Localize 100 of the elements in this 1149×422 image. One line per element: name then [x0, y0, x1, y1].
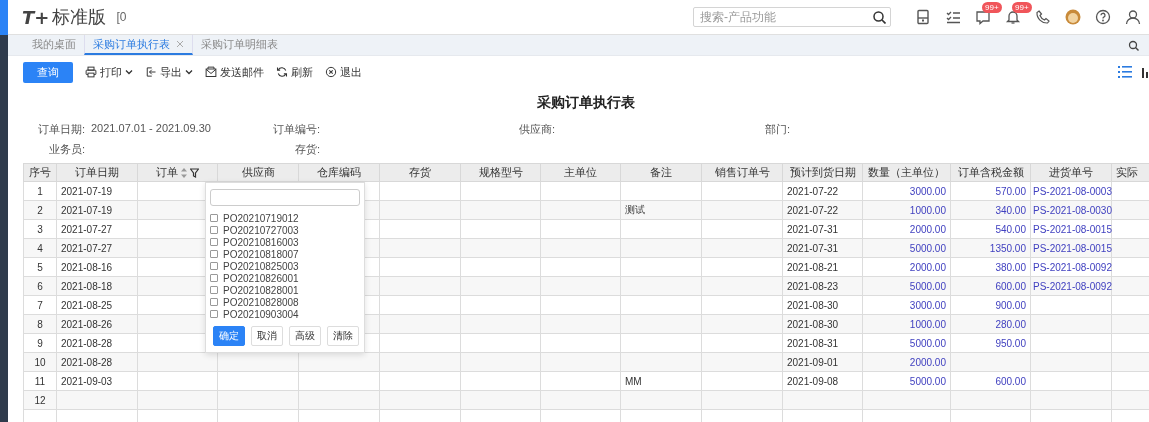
- list-icon[interactable]: [1118, 65, 1132, 79]
- column-header[interactable]: 仓库编码: [298, 163, 380, 182]
- confirm-button[interactable]: 确定: [213, 326, 245, 346]
- bell-icon[interactable]: [1005, 9, 1021, 25]
- printer-icon: [85, 66, 97, 78]
- column-header[interactable]: 订单含税金额: [950, 163, 1031, 182]
- checkbox[interactable]: [210, 250, 218, 258]
- popup-button[interactable]: 取消: [251, 326, 283, 346]
- table-cell: MM: [620, 371, 702, 391]
- avatar-icon[interactable]: [1065, 9, 1081, 25]
- search-icon[interactable]: [872, 10, 886, 24]
- search-field[interactable]: 搜索-产品功能: [693, 7, 891, 27]
- search-icon[interactable]: [1128, 39, 1139, 51]
- column-header[interactable]: 备注: [620, 163, 702, 182]
- popup-button[interactable]: 高级: [289, 326, 321, 346]
- column-header[interactable]: 销售订单号: [701, 163, 783, 182]
- checkbox[interactable]: [210, 298, 218, 306]
- user-icon[interactable]: [1125, 9, 1141, 25]
- amount-cell: 2000.00: [862, 257, 951, 277]
- query-button[interactable]: 查询: [23, 61, 73, 83]
- help-icon[interactable]: [1095, 9, 1111, 25]
- column-header[interactable]: 订单: [137, 163, 218, 182]
- amount-cell: 2000.00: [862, 219, 951, 239]
- logo: T+: [22, 6, 50, 28]
- amount-cell: 600.00: [950, 371, 1031, 391]
- table-cell: 2021-07-19: [56, 181, 138, 201]
- column-header[interactable]: 进货单号: [1030, 163, 1112, 182]
- column-header[interactable]: 规格型号: [460, 163, 541, 182]
- toolbar-button[interactable]: 发送邮件: [205, 64, 264, 80]
- toolbar-button[interactable]: 退出: [325, 64, 362, 80]
- envelope-icon: [205, 66, 217, 78]
- input-field[interactable]: [210, 189, 360, 206]
- amount-cell: 950.00: [950, 333, 1031, 353]
- table-cell: 1: [23, 181, 57, 201]
- table-cell: 2021-09-08: [782, 371, 863, 391]
- table-cell: 2021-07-31: [782, 219, 863, 239]
- filter-label: 供应商:: [517, 122, 555, 137]
- column-header[interactable]: 序号: [23, 163, 57, 182]
- checkbox[interactable]: [210, 238, 218, 246]
- filter-value: 2021.07.01 - 2021.09.30: [91, 122, 211, 136]
- table-cell: 2021-08-21: [782, 257, 863, 277]
- table-cell: 2021-08-28: [56, 333, 138, 353]
- receipt-link[interactable]: PS-2021-08-0092: [1030, 257, 1112, 277]
- table-cell: 9: [23, 333, 57, 353]
- option-label: PO20210828008: [223, 296, 299, 308]
- bar-chart-icon[interactable]: [1142, 65, 1149, 79]
- amount-cell: 3000.00: [862, 181, 951, 201]
- column-header[interactable]: 实际: [1111, 163, 1149, 182]
- account-name: [0: [116, 10, 127, 24]
- close-circle-icon: [325, 66, 337, 78]
- amount-cell: 5000.00: [862, 371, 951, 391]
- device-icon[interactable]: [915, 9, 931, 25]
- export-icon: [145, 66, 157, 78]
- column-header[interactable]: 订单日期: [56, 163, 138, 182]
- report-title: 采购订单执行表: [536, 94, 636, 112]
- checkbox[interactable]: [210, 310, 218, 318]
- toolbar-button[interactable]: 刷新: [276, 64, 313, 80]
- receipt-link[interactable]: PS-2021-08-0003: [1030, 181, 1112, 201]
- checkbox[interactable]: [210, 274, 218, 282]
- receipt-link[interactable]: PS-2021-08-0015: [1030, 219, 1112, 239]
- phone-icon[interactable]: [1035, 9, 1051, 25]
- product-name: 标准版: [52, 6, 107, 29]
- checkbox[interactable]: [210, 262, 218, 270]
- option-label: PO20210727003: [223, 224, 299, 236]
- checklist-icon[interactable]: [945, 9, 961, 25]
- message-icon[interactable]: [975, 9, 991, 25]
- column-header[interactable]: 主单位: [540, 163, 621, 182]
- column-header[interactable]: 数量（主单位）: [862, 163, 951, 182]
- amount-cell: 540.00: [950, 219, 1031, 239]
- option-label: PO20210719012: [223, 212, 299, 224]
- refresh-icon: [276, 66, 288, 78]
- filter-label: 部门:: [763, 122, 790, 137]
- close-icon[interactable]: [176, 40, 184, 48]
- dropdown-button[interactable]: 打印: [85, 64, 133, 80]
- dropdown-button[interactable]: 导出: [145, 64, 193, 80]
- column-header[interactable]: 预计到货日期: [782, 163, 863, 182]
- amount-cell: 900.00: [950, 295, 1031, 315]
- amount-cell: 3000.00: [862, 295, 951, 315]
- popup-button[interactable]: 清除: [327, 326, 359, 346]
- table-cell: 3: [23, 219, 57, 239]
- filter-icon[interactable]: [190, 167, 199, 178]
- count-badge: 99+: [1012, 2, 1032, 13]
- option-label: PO20210825003: [223, 260, 299, 272]
- amount-cell: 5000.00: [862, 333, 951, 353]
- column-header[interactable]: 存货: [379, 163, 461, 182]
- option-label: PO20210818007: [223, 248, 299, 260]
- table-cell: 2021-08-25: [56, 295, 138, 315]
- amount-cell: 570.00: [950, 181, 1031, 201]
- table-cell: 2021-09-03: [56, 371, 138, 391]
- option-label: PO20210826001: [223, 272, 299, 284]
- filter-label: 业务员:: [47, 142, 85, 157]
- option-label: PO20210816003: [223, 236, 299, 248]
- amount-cell: 380.00: [950, 257, 1031, 277]
- filter-label: 存货:: [293, 142, 320, 157]
- checkbox[interactable]: [210, 286, 218, 294]
- filter-label: 订单日期:: [36, 122, 85, 137]
- checkbox[interactable]: [210, 226, 218, 234]
- column-header[interactable]: 供应商: [217, 163, 299, 182]
- table-cell: 2021-08-31: [782, 333, 863, 353]
- checkbox[interactable]: [210, 214, 218, 222]
